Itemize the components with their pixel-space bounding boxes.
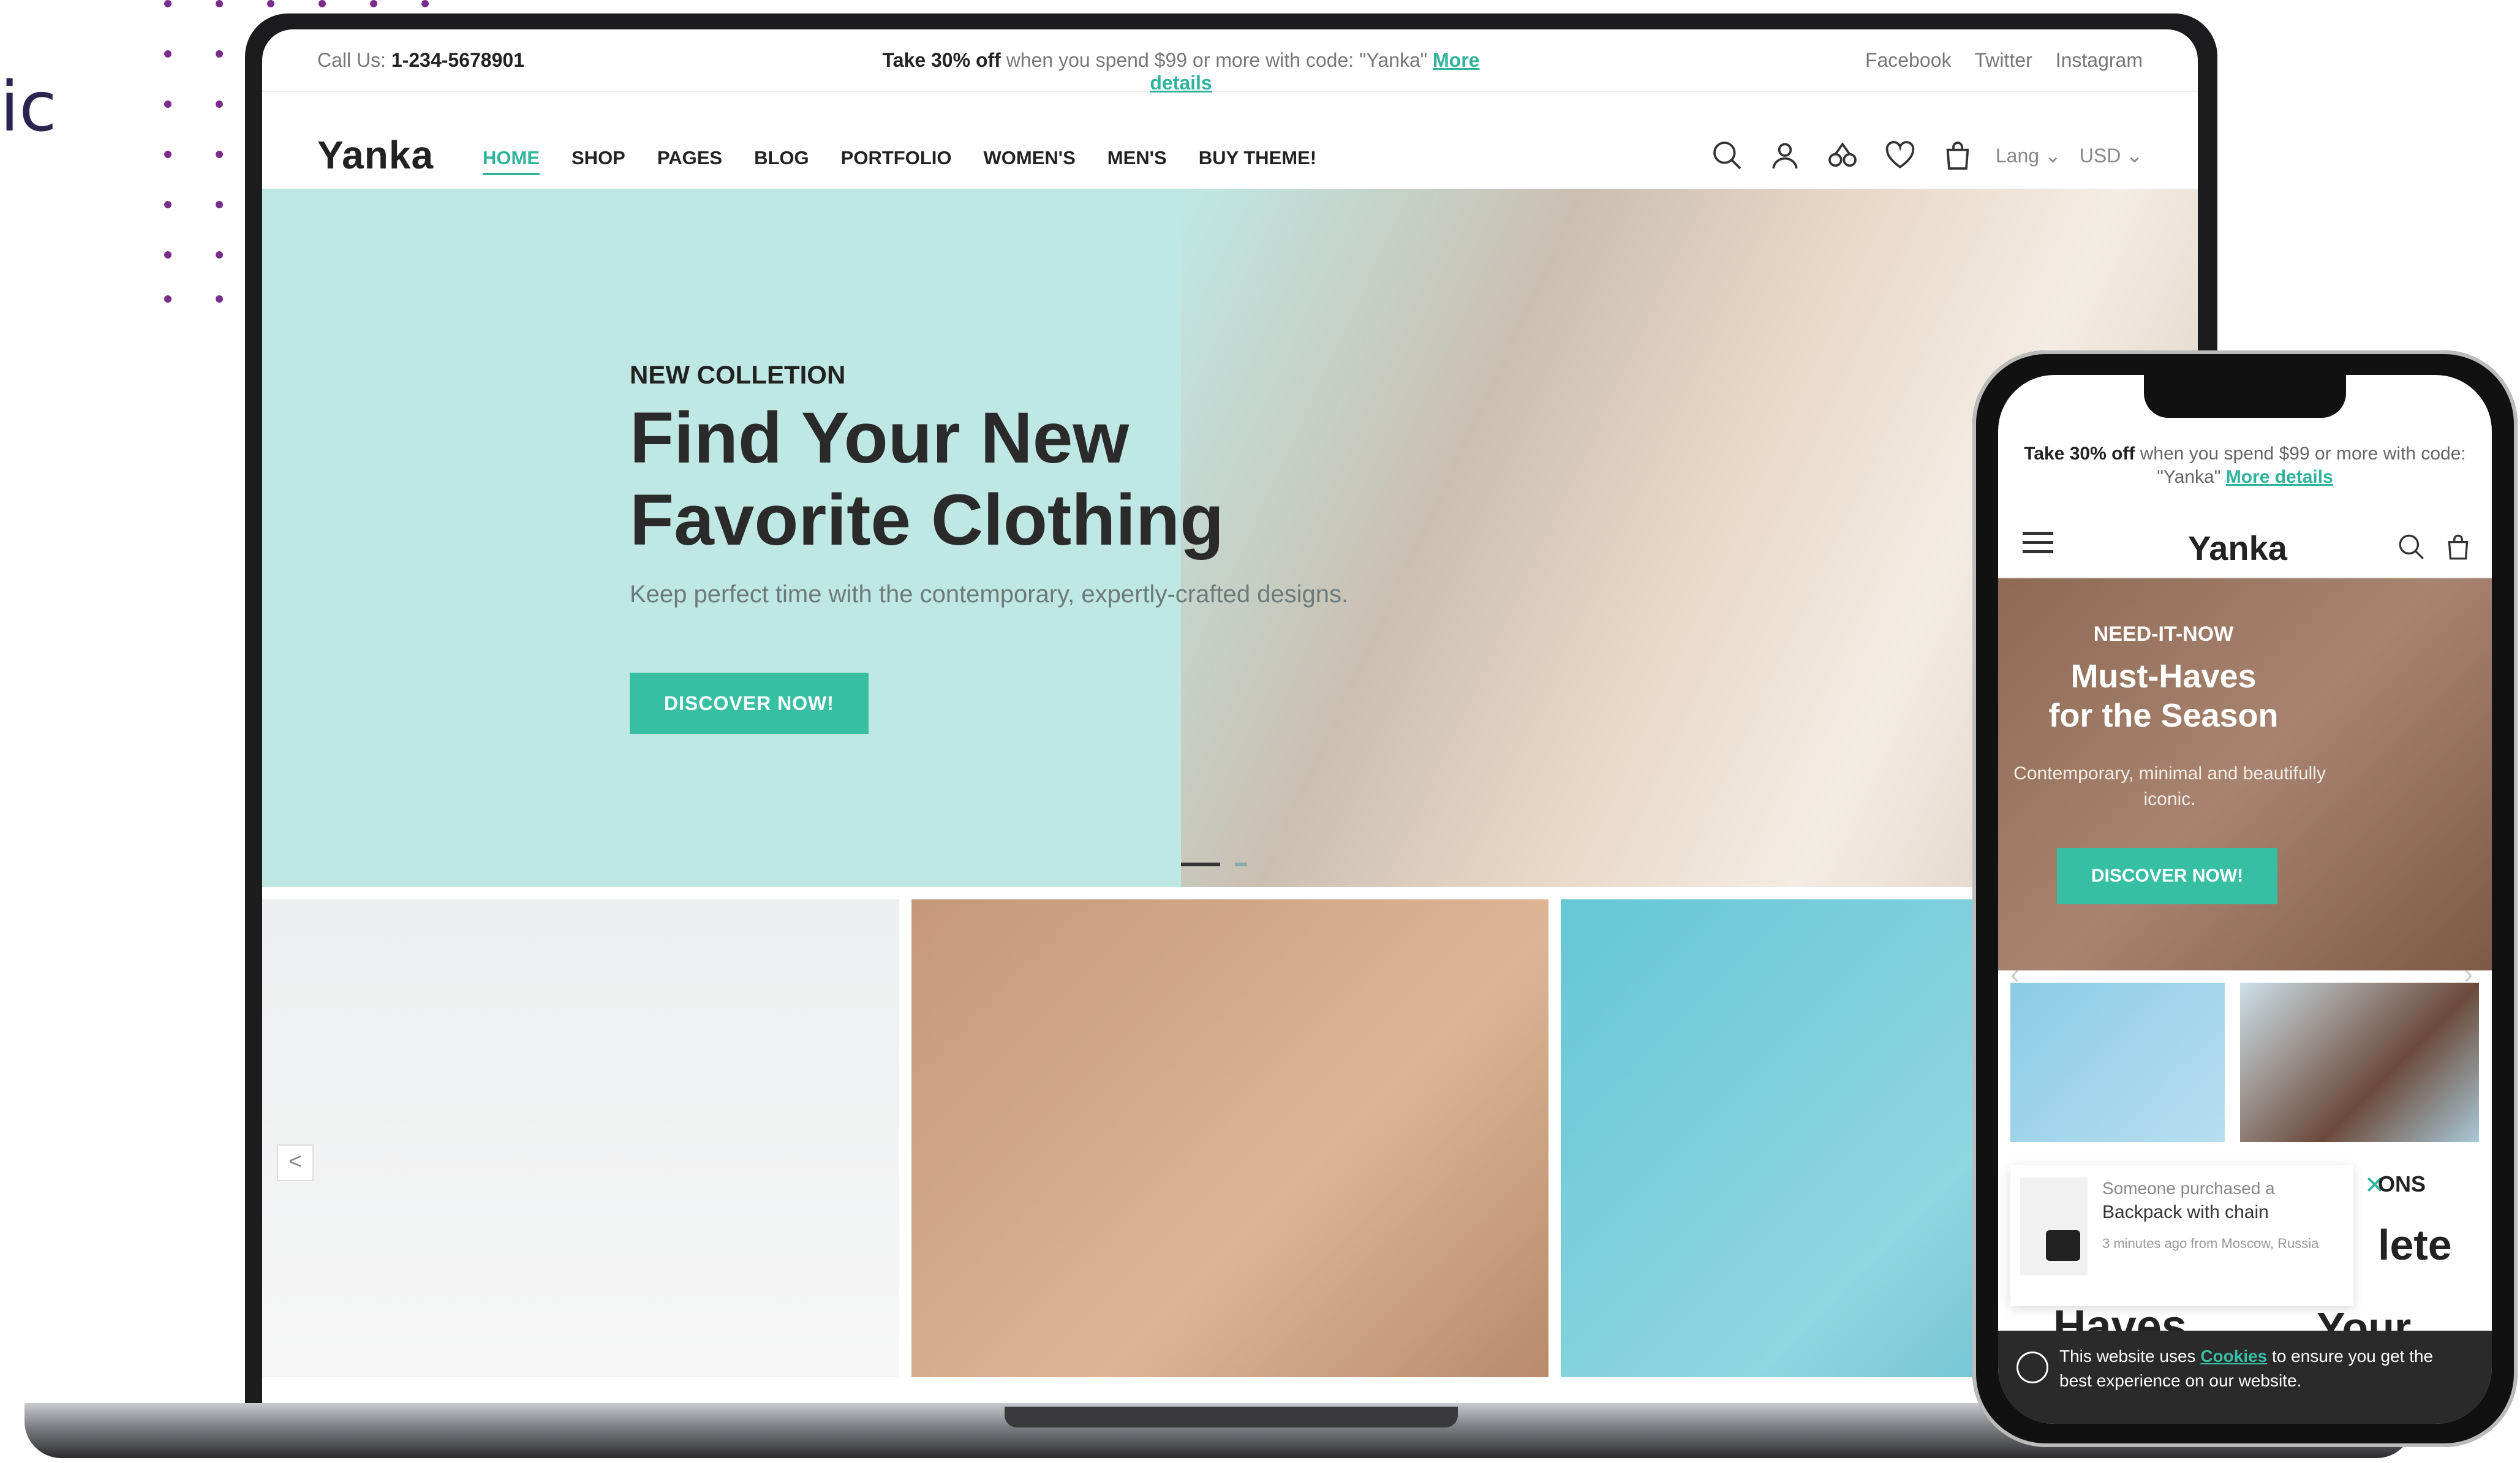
- phone-header: Yanka: [1998, 510, 2492, 578]
- phone-site-logo[interactable]: Yanka: [2188, 528, 2287, 568]
- compare-icon[interactable]: [1823, 136, 1862, 175]
- phone-more-details-link[interactable]: More details: [2226, 467, 2333, 487]
- search-icon[interactable]: [1708, 136, 1747, 175]
- phone-promo-banner: Take 30% off when you spend $99 or more …: [2024, 444, 2466, 487]
- facebook-link[interactable]: Facebook: [1865, 49, 1952, 72]
- instagram-link[interactable]: Instagram: [2056, 49, 2143, 72]
- language-select[interactable]: Lang ⌄: [1996, 144, 2061, 167]
- phone-hero-banner: NEED-IT-NOW Must-Haves for the Season Co…: [1998, 578, 2492, 970]
- nav-mens[interactable]: MEN'S: [1107, 147, 1167, 175]
- hero-kicker: NEW COLLETION: [630, 360, 846, 389]
- chevron-down-icon: ⌄: [2126, 145, 2143, 167]
- notification-line1: Someone purchased a: [2102, 1179, 2275, 1198]
- header-icons: Lang ⌄ USD ⌄: [1708, 136, 2143, 175]
- nav-blog[interactable]: BLOG: [754, 147, 809, 175]
- product-tile-denim-jacket[interactable]: [262, 899, 899, 1377]
- phone-notch: [2144, 375, 2346, 418]
- laptop-screen: Call Us: 1-234-5678901 Take 30% off when…: [262, 29, 2198, 1408]
- phone-screen: Take 30% off when you spend $99 or more …: [1998, 375, 2492, 1424]
- slider-pagination: [1181, 863, 1247, 866]
- cropped-side-text: ic: [0, 67, 57, 147]
- nav-pages[interactable]: PAGES: [657, 147, 722, 175]
- chevron-down-icon: ⌄: [2044, 145, 2061, 167]
- main-nav: HOME SHOP PAGES BLOG PORTFOLIO WOMEN'S M…: [483, 147, 1316, 175]
- phone-number[interactable]: 1-234-5678901: [391, 49, 524, 71]
- phone-hero-subtitle: Contemporary, minimal and beautifully ic…: [2013, 763, 2326, 809]
- hero-subtitle: Keep perfect time with the contemporary,…: [630, 581, 1349, 608]
- twitter-link[interactable]: Twitter: [1974, 49, 2032, 72]
- backpack-icon: [2046, 1230, 2080, 1261]
- phone-discover-now-button[interactable]: DISCOVER NOW!: [2057, 848, 2277, 904]
- social-links: Facebook Twitter Instagram: [1865, 49, 2143, 72]
- cookie-icon: [2016, 1351, 2048, 1383]
- cookies-link[interactable]: Cookies: [2200, 1347, 2267, 1366]
- phone-product-thumb-2[interactable]: [2240, 983, 2479, 1142]
- top-bar: Call Us: 1-234-5678901 Take 30% off when…: [262, 29, 2198, 94]
- site-logo[interactable]: Yanka: [317, 132, 434, 178]
- promo-banner: Take 30% off when you spend $99 or more …: [882, 49, 1480, 94]
- nav-shop[interactable]: SHOP: [572, 147, 625, 175]
- currency-select[interactable]: USD ⌄: [2080, 144, 2143, 167]
- notification-time: 3 minutes ago from Moscow, Russia: [2102, 1236, 2319, 1251]
- search-icon[interactable]: [2396, 532, 2427, 562]
- cropped-section-text: ONS: [2378, 1171, 2426, 1196]
- slide-dot-active[interactable]: [1181, 863, 1220, 866]
- cart-bag-icon[interactable]: [2443, 532, 2473, 562]
- phone-header-icons: [2396, 532, 2473, 562]
- product-tile-valaire[interactable]: [911, 899, 1549, 1377]
- cookie-notice: This website uses Cookies to ensure you …: [1998, 1331, 2492, 1424]
- phone-hero-title: Must-Haves for the Season: [2048, 658, 2279, 734]
- phone-hero-kicker: NEED-IT-NOW: [2093, 622, 2234, 646]
- phone-product-thumb-1[interactable]: [2010, 983, 2225, 1142]
- notification-product-link[interactable]: Backpack with chain: [2102, 1202, 2269, 1223]
- purchase-notification: Someone purchased a Backpack with chain …: [2010, 1165, 2353, 1306]
- hero-banner: NEW COLLETION Find Your New Favorite Clo…: [262, 189, 2198, 887]
- discover-now-button[interactable]: DISCOVER NOW!: [630, 673, 869, 734]
- slide-dot[interactable]: [1235, 863, 1247, 866]
- nav-womens[interactable]: WOMEN'S: [983, 147, 1075, 175]
- laptop-hinge-notch: [1005, 1407, 1458, 1427]
- notification-product-image: [2020, 1178, 2088, 1276]
- cropped-heading-text: lete: [2378, 1221, 2452, 1269]
- carousel-prev-arrow[interactable]: <: [277, 1144, 314, 1181]
- hamburger-menu-icon[interactable]: [2023, 532, 2053, 556]
- call-us: Call Us: 1-234-5678901: [317, 49, 524, 71]
- heart-icon[interactable]: [1881, 136, 1920, 175]
- user-icon[interactable]: [1765, 136, 1805, 175]
- nav-portfolio[interactable]: PORTFOLIO: [841, 147, 952, 175]
- cookie-text: This website uses Cookies to ensure you …: [2059, 1347, 2434, 1390]
- nav-buy-theme[interactable]: BUY THEME!: [1199, 147, 1316, 175]
- nav-home[interactable]: HOME: [483, 147, 540, 175]
- hero-title: Find Your New Favorite Clothing: [630, 398, 1224, 561]
- cart-bag-icon[interactable]: [1938, 136, 1977, 175]
